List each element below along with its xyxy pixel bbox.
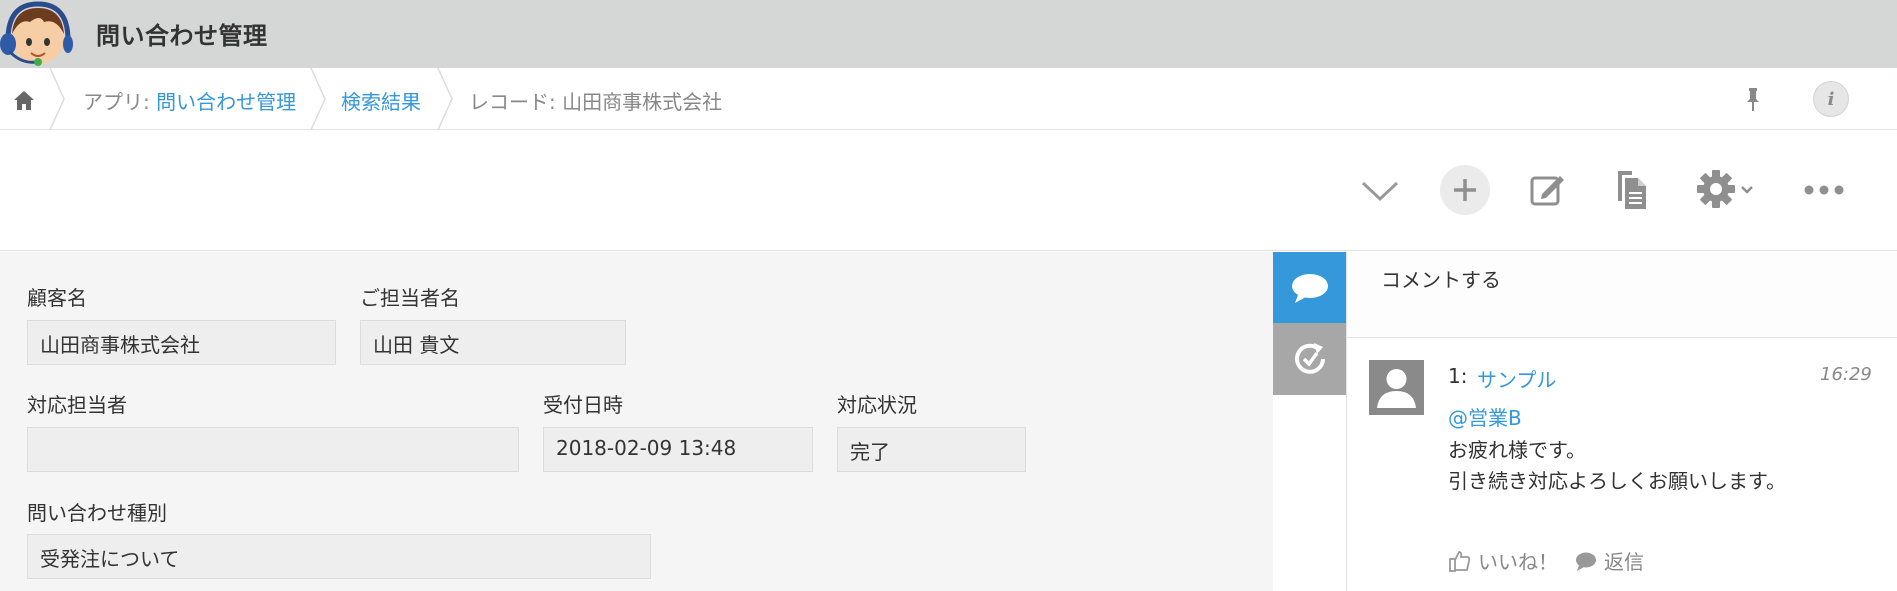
like-button[interactable]: いいね！ [1448, 546, 1558, 575]
breadcrumb-separator [49, 68, 65, 130]
breadcrumb-record: レコード: 山田商事株式会社 [469, 86, 722, 115]
add-record-button[interactable] [1440, 165, 1490, 215]
breadcrumb-separator [310, 68, 326, 130]
tab-history[interactable] [1273, 323, 1346, 395]
record-detail: 顧客名 山田商事株式会社 ご担当者名 山田 貴文 対応担当者 受付日時 2018… [0, 252, 1273, 591]
comment-text-line: 引き続き対応よろしくお願いします。 [1448, 469, 1786, 493]
contact-person-label: ご担当者名 [360, 286, 460, 310]
customer-name-value: 山田商事株式会社 [27, 320, 336, 365]
breadcrumb-record-prefix: レコード: [469, 90, 563, 114]
status-value: 完了 [837, 427, 1026, 472]
reply-bubble-icon [1576, 552, 1596, 571]
comment-timestamp: 16:29 [1820, 364, 1872, 385]
contact-person-value: 山田 貴文 [360, 320, 626, 365]
info-icon[interactable]: i [1813, 81, 1849, 117]
breadcrumb: アプリ: 問い合わせ管理 検索結果 レコード: 山田商事株式会社 i [0, 68, 1897, 130]
gear-icon[interactable] [1696, 169, 1758, 211]
tab-comments[interactable] [1273, 252, 1346, 323]
comment-icon [1291, 273, 1328, 303]
comment-author-link[interactable]: サンプル [1477, 364, 1556, 393]
pin-icon[interactable] [1738, 84, 1768, 114]
inquiry-type-value: 受発注について [27, 534, 651, 579]
more-icon[interactable] [1804, 179, 1844, 201]
copy-icon[interactable] [1614, 169, 1650, 211]
comment-input-placeholder: コメントする [1381, 268, 1501, 292]
history-icon [1294, 343, 1325, 374]
user-avatar-icon[interactable] [1369, 360, 1424, 415]
comment-text-line: お疲れ様です。 [1448, 438, 1586, 462]
record-toolbar [0, 131, 1897, 251]
status-label: 対応状況 [837, 393, 917, 417]
plus-icon [1454, 179, 1476, 201]
breadcrumb-app-prefix: アプリ: [83, 90, 157, 114]
comment-mention-link[interactable]: @営業B [1448, 402, 1522, 431]
breadcrumb-app-link[interactable]: 問い合わせ管理 [156, 90, 296, 114]
comment-input[interactable]: コメントする [1347, 252, 1897, 338]
comment-number: 1: [1448, 364, 1468, 388]
thumbs-up-icon [1449, 550, 1471, 572]
breadcrumb-search-link[interactable]: 検索結果 [341, 90, 421, 114]
received-at-label: 受付日時 [543, 393, 623, 417]
edit-icon[interactable] [1528, 169, 1568, 209]
received-at-value: 2018-02-09 13:48 [543, 427, 813, 472]
reply-label: 返信 [1604, 550, 1644, 574]
like-label: いいね！ [1478, 550, 1558, 574]
breadcrumb-search-results[interactable]: 検索結果 [341, 86, 421, 115]
breadcrumb-separator [437, 68, 453, 130]
breadcrumb-record-name: 山田商事株式会社 [562, 90, 723, 114]
customer-name-label: 顧客名 [27, 286, 87, 310]
chevron-down-icon[interactable] [1360, 173, 1400, 209]
reply-button[interactable]: 返信 [1574, 546, 1644, 575]
app-header: 問い合わせ管理 [0, 0, 1897, 68]
assignee-value [27, 427, 519, 472]
app-title: 問い合わせ管理 [96, 22, 268, 50]
breadcrumb-app: アプリ: 問い合わせ管理 [83, 86, 296, 115]
app-avatar [0, 0, 74, 68]
comment-panel: コメントする 1: サンプル 16:29 @営業B お疲れ様です。 引き続き対応… [1346, 252, 1897, 591]
inquiry-type-label: 問い合わせ種別 [27, 501, 167, 525]
home-icon[interactable] [10, 86, 38, 114]
assignee-label: 対応担当者 [27, 393, 127, 417]
